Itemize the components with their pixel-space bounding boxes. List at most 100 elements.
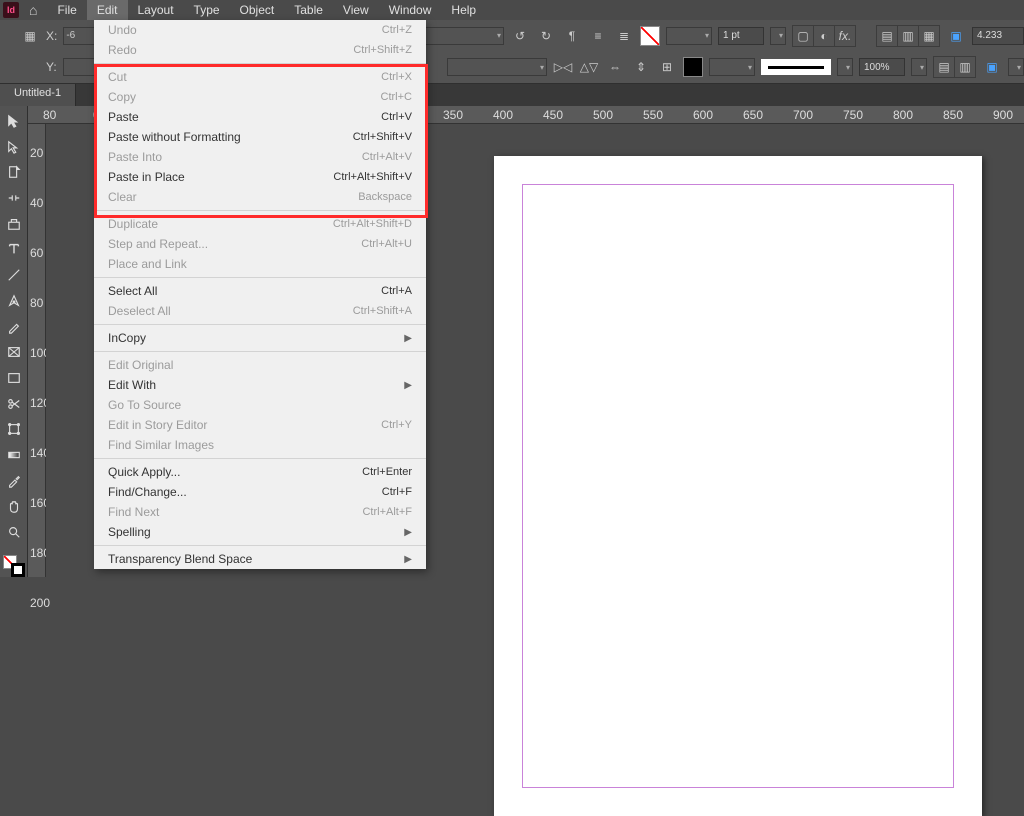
page-tool[interactable]: [3, 161, 25, 183]
fill-dropdown[interactable]: ▾: [666, 27, 712, 45]
grid-col-icon[interactable]: ▥: [955, 57, 975, 77]
dropdown-stub-2[interactable]: ▾: [447, 58, 547, 76]
menu-item-shortcut: Ctrl+Alt+Shift+V: [333, 171, 412, 183]
stroke-style-preview[interactable]: [761, 59, 831, 75]
paragraph-icon[interactable]: ¶: [562, 26, 582, 46]
menu-type[interactable]: Type: [184, 0, 230, 20]
x-field[interactable]: -6: [63, 27, 97, 45]
selection-tool[interactable]: [3, 110, 25, 132]
menu-item-paste-in-place[interactable]: Paste in PlaceCtrl+Alt+Shift+V: [94, 167, 426, 187]
menu-item-shortcut: Ctrl+Alt+F: [362, 506, 412, 518]
distribute-3-icon[interactable]: ⊞: [657, 57, 677, 77]
flip-h-icon[interactable]: ▷◁: [553, 57, 573, 77]
menu-object[interactable]: Object: [230, 0, 285, 20]
reference-point-icon[interactable]: ▦: [20, 26, 40, 46]
menu-window[interactable]: Window: [379, 0, 442, 20]
hand-tool[interactable]: [3, 496, 25, 518]
pen-tool[interactable]: [3, 290, 25, 312]
undo-icon[interactable]: ↺: [510, 26, 530, 46]
menu-item-spelling[interactable]: Spelling▶: [94, 522, 426, 542]
fill-swatch[interactable]: [640, 26, 660, 46]
menu-item-label: Find Next: [108, 505, 362, 519]
menu-item-transparency-blend-space[interactable]: Transparency Blend Space▶: [94, 549, 426, 569]
ruler-tick: 200: [30, 596, 50, 610]
stroke-style-dropdown[interactable]: ▾: [837, 58, 853, 76]
type-tool[interactable]: [3, 239, 25, 261]
stroke-swatch[interactable]: [683, 57, 703, 77]
menu-item-label: Find Similar Images: [108, 438, 412, 452]
menu-item-label: Transparency Blend Space: [108, 552, 404, 566]
rectangle-tool[interactable]: [3, 367, 25, 389]
menu-item-find-change[interactable]: Find/Change...Ctrl+F: [94, 482, 426, 502]
menu-item-label: Spelling: [108, 525, 404, 539]
zoom-field[interactable]: 100%: [859, 58, 905, 76]
ruler-tick: 600: [693, 108, 713, 122]
menu-item-incopy[interactable]: InCopy▶: [94, 328, 426, 348]
menu-item-shortcut: Ctrl+Z: [382, 24, 412, 36]
direct-selection-tool[interactable]: [3, 136, 25, 158]
ruler-tick: 900: [993, 108, 1013, 122]
free-transform-tool[interactable]: [3, 419, 25, 441]
menu-item-label: Edit in Story Editor: [108, 418, 381, 432]
menu-item-label: Edit With: [108, 378, 404, 392]
textwrap-3-icon[interactable]: ▦: [919, 26, 939, 46]
menu-help[interactable]: Help: [441, 0, 486, 20]
scissors-tool[interactable]: [3, 393, 25, 415]
document-tab[interactable]: Untitled-1: [0, 84, 76, 106]
flip-v-icon[interactable]: △▽: [579, 57, 599, 77]
menu-item-edit-with[interactable]: Edit With▶: [94, 375, 426, 395]
redo-icon[interactable]: ↻: [536, 26, 556, 46]
menu-layout[interactable]: Layout: [128, 0, 184, 20]
frame-options-icon[interactable]: ▣: [982, 57, 1002, 77]
right-stepper[interactable]: ▾: [1008, 58, 1024, 76]
ruler-tick: 60: [30, 246, 43, 260]
gradient-swatch-tool[interactable]: [3, 444, 25, 466]
document-page[interactable]: [494, 156, 982, 816]
menu-edit[interactable]: Edit: [87, 0, 128, 20]
distribute-2-icon[interactable]: ⇕: [631, 57, 651, 77]
line-tool[interactable]: [3, 264, 25, 286]
textwrap-2-icon[interactable]: ▥: [898, 26, 918, 46]
zoom-tool[interactable]: [3, 522, 25, 544]
rectangle-frame-tool[interactable]: [3, 341, 25, 363]
corner-round-icon[interactable]: ◐: [814, 26, 834, 46]
y-field[interactable]: [63, 58, 97, 76]
menu-item-quick-apply[interactable]: Quick Apply...Ctrl+Enter: [94, 462, 426, 482]
textwrap-1-icon[interactable]: ▤: [877, 26, 897, 46]
menu-separator: [94, 324, 426, 325]
menu-item-edit-original: Edit Original: [94, 355, 426, 375]
edit-menu-dropdown: UndoCtrl+ZRedoCtrl+Shift+ZCutCtrl+XCopyC…: [94, 20, 426, 569]
pencil-tool[interactable]: [3, 316, 25, 338]
menu-view[interactable]: View: [333, 0, 379, 20]
fx-icon[interactable]: fx.: [835, 26, 855, 46]
eyedropper-tool[interactable]: [3, 470, 25, 492]
home-icon[interactable]: ⌂: [29, 2, 37, 18]
menu-item-label: Cut: [108, 70, 381, 84]
stroke-weight-field[interactable]: 1 pt: [718, 27, 764, 45]
corner-square-icon[interactable]: ▢: [793, 26, 813, 46]
top-right-value[interactable]: 4.233: [972, 27, 1024, 45]
stroke-weight-dropdown[interactable]: ▾: [770, 27, 786, 45]
ruler-tick: 80: [43, 108, 56, 122]
menu-item-paste-without-formatting[interactable]: Paste without FormattingCtrl+Shift+V: [94, 127, 426, 147]
menu-item-shortcut: Ctrl+Alt+V: [362, 151, 412, 163]
fill-stroke-proxy[interactable]: [3, 555, 25, 577]
menu-file[interactable]: File: [47, 0, 86, 20]
menu-item-shortcut: Ctrl+Shift+Z: [353, 44, 412, 56]
align-icon-1[interactable]: ≡: [588, 26, 608, 46]
menu-item-find-similar-images: Find Similar Images: [94, 435, 426, 455]
menu-item-label: Duplicate: [108, 217, 333, 231]
menu-item-select-all[interactable]: Select AllCtrl+A: [94, 281, 426, 301]
menu-item-label: Find/Change...: [108, 485, 382, 499]
distribute-1-icon[interactable]: ⇔: [605, 57, 625, 77]
content-collector-tool[interactable]: [3, 213, 25, 235]
grid-row-icon[interactable]: ▤: [934, 57, 954, 77]
menu-item-paste[interactable]: PasteCtrl+V: [94, 107, 426, 127]
menu-item-label: Redo: [108, 43, 353, 57]
menu-table[interactable]: Table: [284, 0, 333, 20]
gap-tool[interactable]: [3, 187, 25, 209]
stroke-dropdown[interactable]: ▾: [709, 58, 755, 76]
frame-fitting-icon[interactable]: ▣: [946, 26, 966, 46]
zoom-dropdown[interactable]: ▾: [911, 58, 927, 76]
align-icon-2[interactable]: ≣: [614, 26, 634, 46]
